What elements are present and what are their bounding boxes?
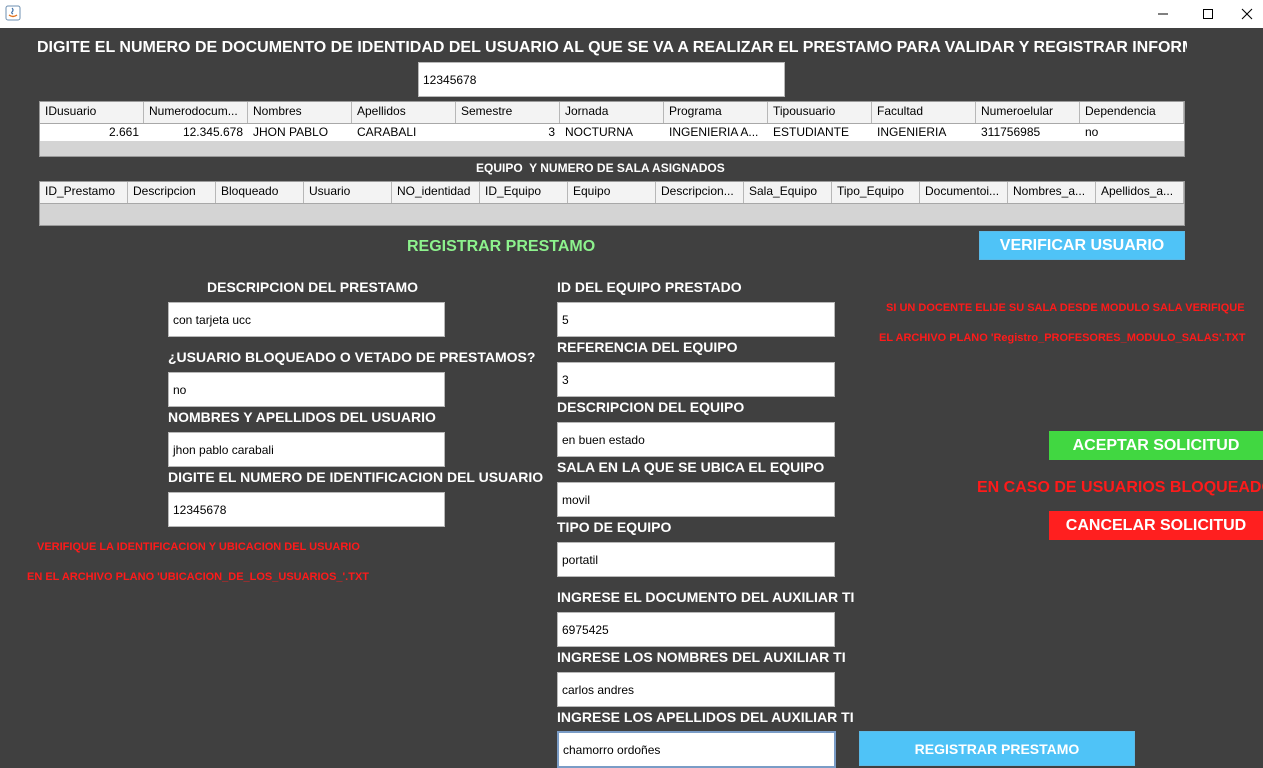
column-header[interactable]: Apellidos_a... — [1096, 182, 1184, 203]
column-header[interactable]: Apellidos — [352, 102, 456, 123]
description-label: DESCRIPCION DEL PRESTAMO — [207, 279, 419, 295]
main-panel: DIGITE EL NUMERO DE DOCUMENTO DE IDENTID… — [0, 28, 1263, 768]
table-cell: 3 — [548, 125, 555, 139]
equipment-type-label: TIPO DE EQUIPO — [557, 519, 672, 535]
right-warning-line2: EL ARCHIVO PLANO 'Registro_PROFESORES_MO… — [879, 332, 1246, 344]
column-header[interactable]: Semestre — [456, 102, 560, 123]
column-header[interactable]: Bloqueado — [216, 182, 304, 203]
register-loan-button[interactable]: REGISTRAR PRESTAMO — [859, 731, 1135, 766]
column-header[interactable]: Sala_Equipo — [744, 182, 832, 203]
column-header[interactable]: Facultad — [872, 102, 976, 123]
user-names-input[interactable]: jhon pablo carabali — [168, 432, 445, 467]
table-row[interactable]: 2.661 12.345.678 JHON PABLO CARABALI 3 N… — [40, 124, 1184, 141]
user-id-input[interactable]: 12345678 — [168, 492, 445, 527]
column-header[interactable]: Equipo — [568, 182, 656, 203]
table-cell: JHON PABLO — [253, 125, 329, 139]
column-header[interactable]: NO_identidad — [392, 182, 480, 203]
maximize-button[interactable] — [1185, 0, 1231, 28]
java-icon — [5, 5, 21, 21]
left-warning-line2: EN EL ARCHIVO PLANO 'UBICACION_DE_LOS_US… — [27, 571, 369, 583]
aux-lastnames-label: INGRESE LOS APELLIDOS DEL AUXILIAR TI — [557, 709, 854, 725]
table-cell: no — [1085, 125, 1099, 139]
column-header[interactable]: Descripcion... — [656, 182, 744, 203]
column-header[interactable]: IDusuario — [40, 102, 144, 123]
verify-user-button[interactable]: VERIFICAR USUARIO — [979, 231, 1185, 260]
table-cell: 2.661 — [108, 125, 139, 139]
close-button[interactable] — [1230, 0, 1263, 28]
table-cell: NOCTURNA — [565, 125, 633, 139]
column-header[interactable]: Dependencia — [1080, 102, 1184, 123]
users-table-header: IDusuario Numerodocum... Nombres Apellid… — [40, 102, 1184, 124]
table-cell: 311756985 — [981, 125, 1041, 139]
aux-lastnames-input[interactable]: chamorro ordoñes — [557, 731, 836, 768]
accept-request-button[interactable]: ACEPTAR SOLICITUD — [1049, 431, 1263, 460]
right-warning-line1: SI UN DOCENTE ELIJE SU SALA DESDE MODULO… — [886, 302, 1245, 314]
table-cell: INGENIERIA A... — [669, 125, 759, 139]
equipment-reference-label: REFERENCIA DEL EQUIPO — [557, 339, 738, 355]
column-header[interactable]: Tipo_Equipo — [832, 182, 920, 203]
aux-document-label: INGRESE EL DOCUMENTO DEL AUXILIAR TI — [557, 589, 855, 605]
equipment-type-input[interactable]: portatil — [557, 542, 835, 577]
cancel-request-button[interactable]: CANCELAR SOLICITUD — [1049, 511, 1263, 540]
equipment-reference-input[interactable]: 3 — [557, 362, 835, 397]
loans-table-header: ID_Prestamo Descripcion Bloqueado Usuari… — [40, 182, 1184, 204]
blocked-users-note: EN CASO DE USUARIOS BLOQUEADOS — [977, 479, 1263, 496]
column-header[interactable]: Numerodocum... — [144, 102, 248, 123]
column-header[interactable]: Nombres_a... — [1008, 182, 1096, 203]
column-header[interactable]: Tipousuario — [768, 102, 872, 123]
table-cell: 12.345.678 — [182, 125, 243, 139]
column-header[interactable]: Numeroelular — [976, 102, 1080, 123]
users-table[interactable]: IDusuario Numerodocum... Nombres Apellid… — [39, 101, 1185, 157]
aux-names-label: INGRESE LOS NOMBRES DEL AUXILIAR TI — [557, 649, 846, 665]
user-names-label: NOMBRES Y APELLIDOS DEL USUARIO — [168, 409, 436, 425]
header-instruction: DIGITE EL NUMERO DE DOCUMENTO DE IDENTID… — [37, 39, 1187, 56]
column-header[interactable]: Jornada — [560, 102, 664, 123]
blocked-input[interactable]: no — [168, 372, 445, 407]
document-search-input[interactable]: 12345678 — [418, 62, 785, 97]
column-header[interactable]: ID_Prestamo — [40, 182, 128, 203]
equipment-description-input[interactable]: en buen estado — [557, 422, 835, 457]
user-id-label: DIGITE EL NUMERO DE IDENTIFICACION DEL U… — [168, 469, 544, 485]
aux-document-input[interactable]: 6975425 — [557, 612, 835, 647]
blocked-label: ¿USUARIO BLOQUEADO O VETADO DE PRESTAMOS… — [168, 349, 536, 365]
table-cell: ESTUDIANTE — [773, 125, 850, 139]
equipment-id-label: ID DEL EQUIPO PRESTADO — [557, 279, 742, 295]
column-header[interactable]: Programa — [664, 102, 768, 123]
equipment-section-title: EQUIPO Y NUMERO DE SALA ASIGNADOS — [476, 161, 725, 175]
aux-names-input[interactable]: carlos andres — [557, 672, 835, 707]
equipment-room-input[interactable]: movil — [557, 482, 835, 517]
equipment-id-input[interactable]: 5 — [557, 302, 835, 337]
column-header[interactable]: Documentoi... — [920, 182, 1008, 203]
loans-table[interactable]: ID_Prestamo Descripcion Bloqueado Usuari… — [39, 181, 1185, 226]
table-cell: INGENIERIA — [877, 125, 947, 139]
minimize-button[interactable] — [1140, 0, 1186, 28]
table-cell: CARABALI — [357, 125, 417, 139]
window-titlebar — [0, 0, 1263, 28]
column-header[interactable]: ID_Equipo — [480, 182, 568, 203]
left-warning-line1: VERIFIQUE LA IDENTIFICACION Y UBICACION … — [37, 541, 360, 553]
column-header[interactable]: Descripcion — [128, 182, 216, 203]
equipment-room-label: SALA EN LA QUE SE UBICA EL EQUIPO — [557, 459, 825, 475]
column-header[interactable]: Nombres — [248, 102, 352, 123]
register-title: REGISTRAR PRESTAMO — [407, 238, 596, 255]
equipment-description-label: DESCRIPCION DEL EQUIPO — [557, 399, 745, 415]
description-input[interactable]: con tarjeta ucc — [168, 302, 445, 337]
column-header[interactable]: Usuario — [304, 182, 392, 203]
